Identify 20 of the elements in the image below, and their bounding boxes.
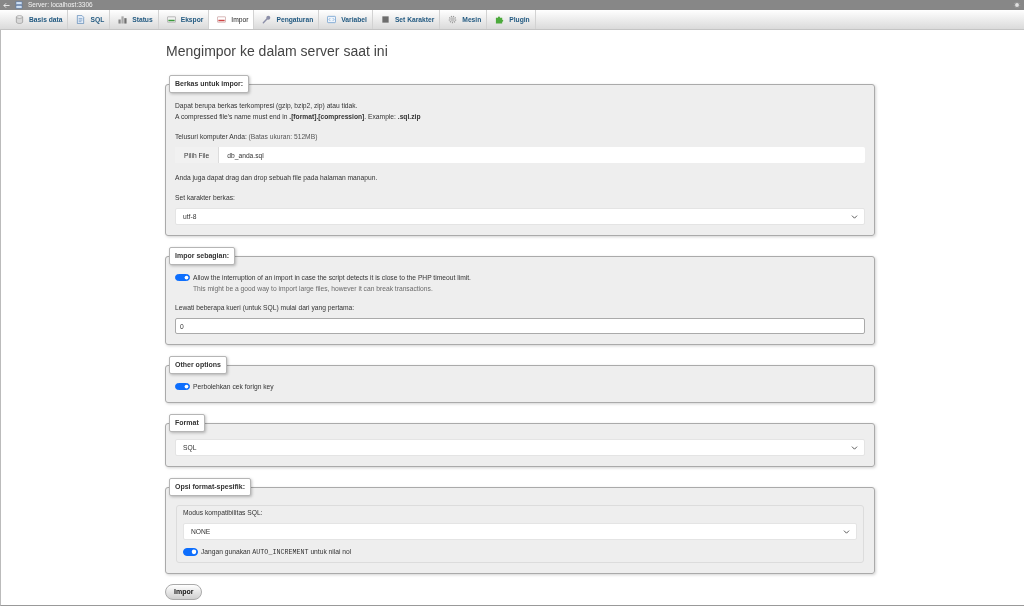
card-icon <box>217 15 227 24</box>
gear-icon <box>1013 1 1021 9</box>
wrench-icon <box>262 15 272 24</box>
chevron-down-icon <box>851 214 858 219</box>
page-title: Mengimpor ke dalam server saat ini <box>166 43 389 60</box>
chevron-down-icon <box>851 445 858 450</box>
code-window-icon <box>327 15 337 24</box>
bar-chart-icon <box>118 15 128 24</box>
server-icon <box>15 1 23 9</box>
puzzle-icon <box>495 15 505 24</box>
panel-icon <box>166 15 176 24</box>
arrow-left-icon <box>3 1 10 9</box>
toggle-switch[interactable] <box>175 382 190 391</box>
toggle-switch[interactable] <box>183 548 198 556</box>
gear-icon <box>448 15 458 24</box>
database-icon <box>15 15 24 24</box>
chevron-down-icon <box>843 529 850 534</box>
toggle-switch[interactable] <box>175 273 190 282</box>
square-icon <box>380 15 390 24</box>
document-icon <box>76 15 86 24</box>
